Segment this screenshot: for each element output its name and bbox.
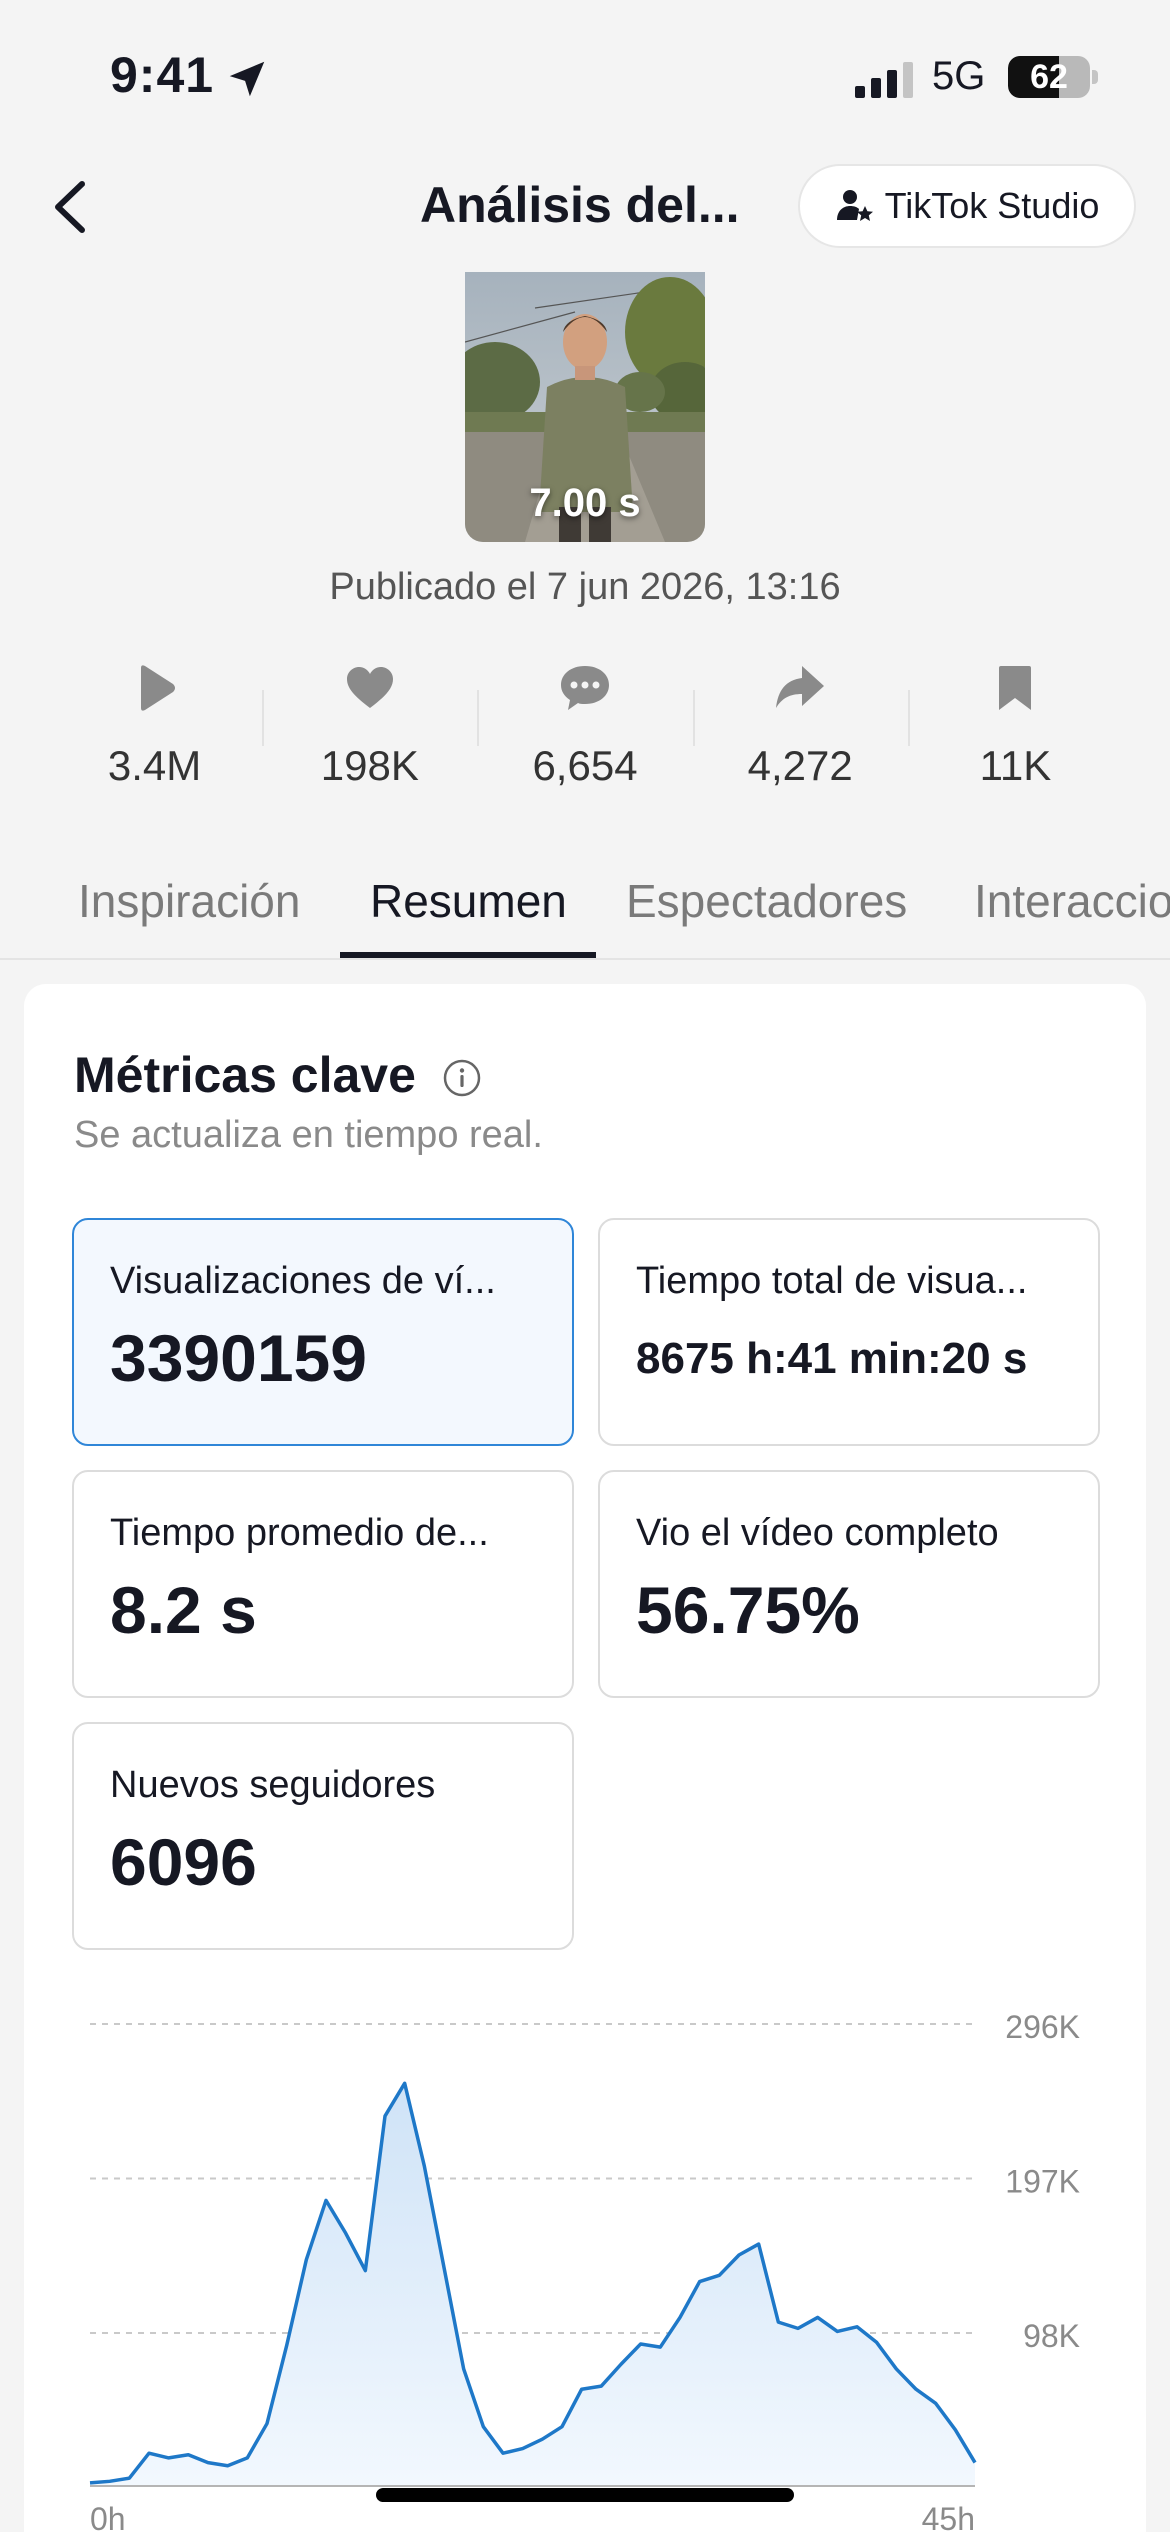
battery-cap <box>1092 70 1098 84</box>
chart-area-fill <box>90 2083 975 2486</box>
chart-y-tick-label: 197K <box>1005 2164 1080 2200</box>
chart-x-tick-label: 0h <box>90 2501 126 2532</box>
home-indicator <box>376 2488 794 2502</box>
card-title: Métricas clave <box>74 1047 416 1103</box>
bookmark-icon <box>999 666 1032 710</box>
chart-x-tick-label: 45h <box>922 2501 975 2532</box>
metric-label: Vio el vídeo completo <box>636 1512 999 1554</box>
battery-indicator: 62 <box>1008 56 1090 98</box>
metric-video-views[interactable]: Visualizaciones de ví... 3390159 <box>72 1218 574 1446</box>
stat-likes: 198K <box>262 660 477 800</box>
likes-count: 198K <box>320 742 419 789</box>
tiktok-studio-label: TikTok Studio <box>884 185 1100 226</box>
stat-comments: 6,654 <box>477 660 692 800</box>
cellular-signal-icon <box>855 62 913 98</box>
published-date: Publicado el 7 jun 2026, 13:16 <box>329 566 841 608</box>
metric-average-watch-time[interactable]: Tiempo promedio de... 8.2 s <box>72 1470 574 1698</box>
metric-new-followers[interactable]: Nuevos seguidores 6096 <box>72 1722 574 1950</box>
chart-y-tick-label: 98K <box>1023 2318 1080 2354</box>
metric-label: Visualizaciones de ví... <box>110 1260 496 1302</box>
tiktok-studio-button[interactable]: TikTok Studio <box>798 164 1136 248</box>
location-arrow-icon <box>229 61 265 97</box>
page-title: Análisis del... <box>420 177 740 233</box>
network-label: 5G <box>932 54 986 98</box>
engagement-stats: 3.4M 198K 6,654 4,272 11K <box>47 660 1123 800</box>
comment-icon <box>561 666 609 710</box>
stat-shares: 4,272 <box>692 660 908 800</box>
metric-value: 8675 h:41 min:20 s <box>636 1334 1028 1383</box>
stat-plays: 3.4M <box>47 660 262 800</box>
tab-resumen[interactable]: Resumen <box>370 874 567 928</box>
saves-count: 11K <box>979 742 1052 789</box>
share-icon <box>776 666 825 708</box>
status-bar: 9:41 5G 62 <box>0 0 1170 150</box>
analytics-tabs: Inspiración Resumen Espectadores Interac… <box>0 860 1170 960</box>
play-icon <box>140 665 175 711</box>
tab-espectadores[interactable]: Espectadores <box>626 874 907 928</box>
metric-value: 8.2 s <box>110 1573 257 1647</box>
metric-label: Tiempo total de visua... <box>636 1260 1028 1302</box>
metric-label: Tiempo promedio de... <box>110 1512 489 1554</box>
views-chart[interactable]: 296K 197K 98K 0h 45h <box>0 2000 1170 2532</box>
tab-interacciones[interactable]: Interacciones <box>974 874 1170 928</box>
metric-value: 56.75% <box>636 1573 860 1647</box>
metric-label: Nuevos seguidores <box>110 1764 436 1806</box>
metric-value: 3390159 <box>110 1321 367 1395</box>
stat-saves: 11K <box>907 660 1123 800</box>
heart-icon <box>346 667 393 708</box>
video-duration: 7.00 s <box>529 481 641 525</box>
plays-count: 3.4M <box>107 742 202 789</box>
tab-inspiracion[interactable]: Inspiración <box>78 874 300 928</box>
creator-star-icon <box>836 190 873 221</box>
shares-count: 4,272 <box>747 742 853 789</box>
metric-value: 6096 <box>110 1825 257 1899</box>
status-time: 9:41 <box>110 47 215 103</box>
analytics-screen: 9:41 5G 62 Análisis del... TikTok Studio <box>0 0 1170 2532</box>
battery-level: 62 <box>1030 58 1068 96</box>
info-icon[interactable] <box>442 1058 482 1098</box>
metric-full-video-watched[interactable]: Vio el vídeo completo 56.75% <box>598 1470 1100 1698</box>
card-subtitle: Se actualiza en tiempo real. <box>74 1114 543 1156</box>
metric-total-watch-time[interactable]: Tiempo total de visua... 8675 h:41 min:2… <box>598 1218 1100 1446</box>
comments-count: 6,654 <box>532 742 638 789</box>
back-button[interactable] <box>40 172 100 242</box>
video-thumbnail[interactable]: 7.00 s <box>465 272 705 542</box>
active-tab-indicator <box>340 952 596 958</box>
chart-y-tick-label: 296K <box>1005 2009 1080 2045</box>
